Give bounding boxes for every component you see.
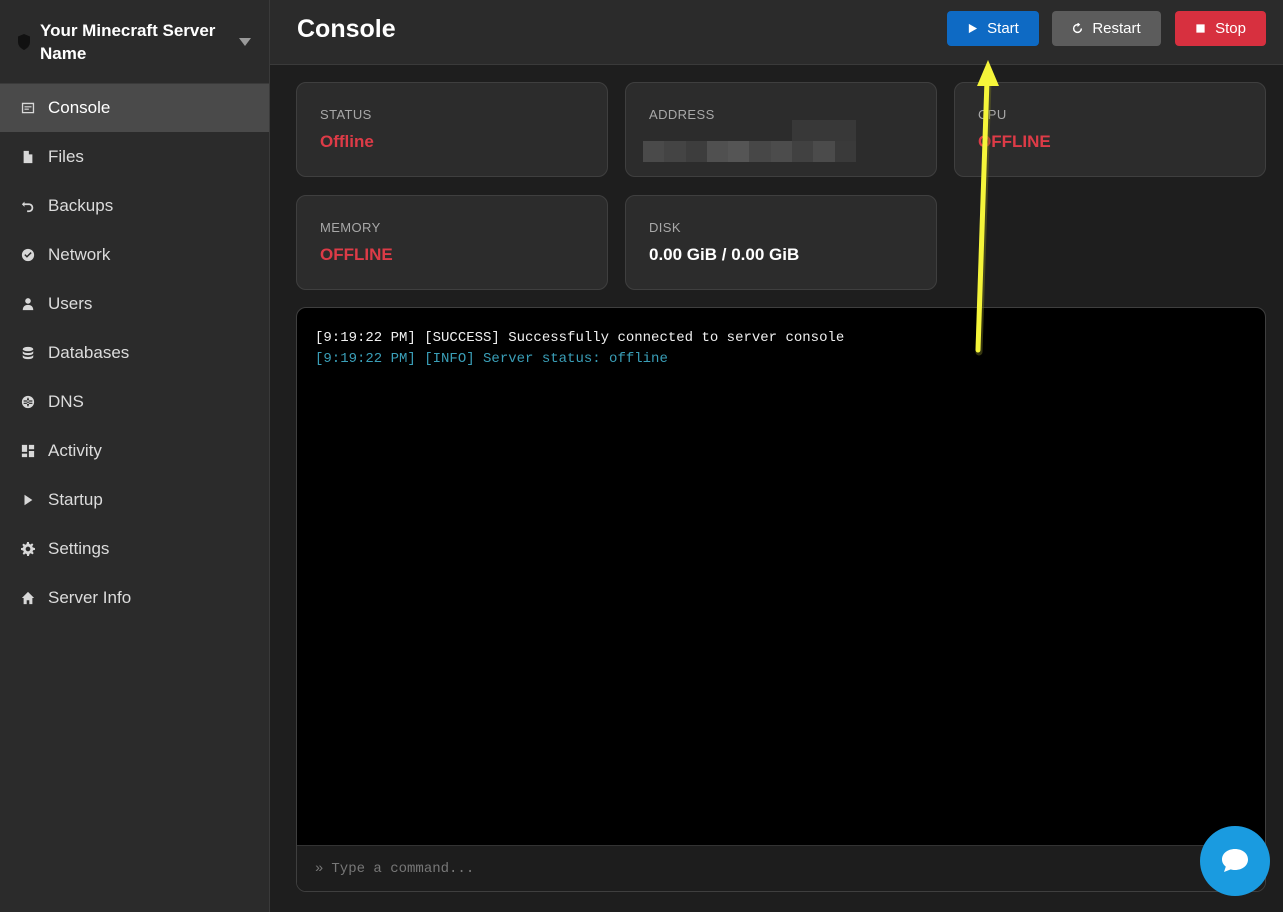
console-icon — [20, 100, 36, 116]
address-redacted-value — [643, 120, 856, 162]
disk-label: DISK — [649, 220, 681, 235]
cpu-label: CPU — [978, 107, 1007, 122]
sidebar-item-label: Users — [48, 293, 93, 313]
server-name: Your Minecraft Server Name — [40, 20, 216, 63]
play-icon — [968, 23, 978, 34]
sidebar-nav: Console Files Backups Network Users Data… — [0, 84, 269, 622]
sidebar-item-label: Startup — [48, 489, 103, 509]
sidebar-item-label: Files — [48, 146, 84, 166]
sidebar-item-label: Backups — [48, 195, 114, 215]
sidebar: Your Minecraft Server Name Console Files… — [0, 0, 270, 912]
sidebar-item-server-info[interactable]: Server Info — [0, 573, 269, 622]
stop-button[interactable]: Stop — [1175, 11, 1266, 46]
memory-card: MEMORY OFFLINE — [296, 195, 608, 290]
sidebar-item-backups[interactable]: Backups — [0, 181, 269, 230]
sidebar-item-label: Databases — [48, 342, 130, 362]
home-icon — [20, 590, 36, 606]
activity-icon — [20, 443, 36, 459]
server-selector[interactable]: Your Minecraft Server Name — [0, 0, 269, 84]
start-button-label: Start — [987, 20, 1019, 37]
sidebar-item-label: Activity — [48, 440, 102, 460]
database-icon — [20, 345, 36, 361]
gear-icon — [20, 541, 36, 557]
file-icon — [20, 149, 36, 165]
start-button[interactable]: Start — [947, 11, 1039, 46]
memory-label: MEMORY — [320, 220, 381, 235]
sidebar-item-network[interactable]: Network — [0, 230, 269, 279]
console-prompt: » — [315, 860, 324, 877]
play-icon — [20, 492, 36, 508]
app-root: Your Minecraft Server Name Console Files… — [0, 0, 1283, 912]
status-value: Offline — [320, 132, 374, 151]
disk-card: DISK 0.00 GiB / 0.00 GiB — [625, 195, 937, 290]
sidebar-item-label: DNS — [48, 391, 84, 411]
stop-icon — [1196, 24, 1205, 33]
user-icon — [20, 296, 36, 312]
status-card: STATUS Offline — [296, 82, 608, 177]
top-bar: Console Start Restart Stop — [270, 0, 1283, 65]
restart-icon — [1073, 23, 1083, 34]
sidebar-item-activity[interactable]: Activity — [0, 426, 269, 475]
sidebar-item-label: Network — [48, 244, 111, 264]
sidebar-item-dns[interactable]: DNS — [0, 377, 269, 426]
chevron-down-icon[interactable] — [239, 37, 251, 46]
command-input[interactable] — [331, 860, 1132, 877]
network-icon — [20, 247, 36, 263]
console-log: [9:19:22 PM] [SUCCESS] Successfully conn… — [315, 328, 844, 370]
sidebar-item-console[interactable]: Console — [0, 84, 269, 132]
restart-button[interactable]: Restart — [1052, 11, 1161, 46]
chat-button[interactable] — [1200, 826, 1270, 896]
cpu-value: OFFLINE — [978, 132, 1051, 151]
sidebar-item-label: Console — [48, 98, 111, 117]
sidebar-item-files[interactable]: Files — [0, 132, 269, 181]
backup-icon — [20, 198, 36, 214]
cpu-card: CPU OFFLINE — [954, 82, 1266, 177]
status-label: STATUS — [320, 107, 372, 122]
restart-button-label: Restart — [1092, 20, 1141, 37]
sidebar-item-startup[interactable]: Startup — [0, 475, 269, 524]
console-panel: [9:19:22 PM] [SUCCESS] Successfully conn… — [296, 307, 1266, 892]
console-line-success: [9:19:22 PM] [SUCCESS] Successfully conn… — [315, 330, 845, 346]
disk-value: 0.00 GiB / 0.00 GiB — [649, 245, 800, 264]
chat-icon — [1222, 849, 1248, 872]
console-line-info: [9:19:22 PM] [INFO] Server status: offli… — [315, 351, 668, 367]
sidebar-item-settings[interactable]: Settings — [0, 524, 269, 573]
memory-value: OFFLINE — [320, 245, 393, 264]
stop-button-label: Stop — [1215, 20, 1246, 37]
page-title: Console — [297, 15, 396, 43]
sidebar-item-label: Server Info — [48, 587, 132, 607]
shield-icon — [18, 33, 30, 50]
sidebar-item-users[interactable]: Users — [0, 279, 269, 328]
globe-icon — [20, 394, 36, 410]
console-input-bar: » — [297, 845, 1265, 891]
sidebar-item-databases[interactable]: Databases — [0, 328, 269, 377]
sidebar-item-label: Settings — [48, 538, 110, 558]
